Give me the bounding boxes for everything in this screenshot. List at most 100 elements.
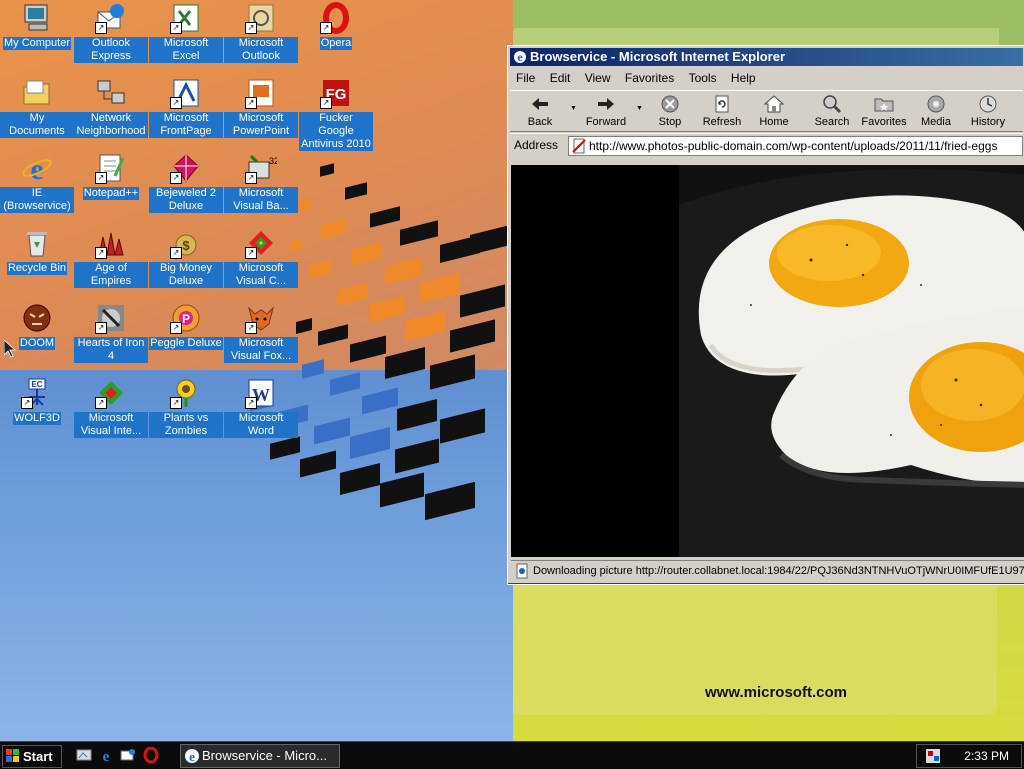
desktop-icon-microsoft-excel[interactable]: ↗ Microsoft Excel [149,2,223,63]
page-icon [572,138,586,154]
windows-flag-icon [6,749,19,762]
task-label: Browservice - Micro... [202,748,327,763]
network-icon [95,77,127,109]
toolbar: Back ▼ Forward ▼ Stop Refresh Home Searc… [510,90,1023,132]
menu-help[interactable]: Help [731,71,756,85]
shortcut-arrow-icon: ↗ [95,172,107,184]
menu-edit[interactable]: Edit [550,71,571,85]
desktop-icon-label: Microsoft Visual C... [224,262,298,288]
language-indicator-icon[interactable] [925,748,941,764]
desktop-icon-age-of-empires[interactable]: ↗ Age of Empires [74,227,148,288]
refresh-icon [715,95,729,113]
search-label: Search [814,116,850,128]
page-content-image[interactable] [511,165,1024,557]
desktop-icon-fucker-google-antivirus-2010[interactable]: FG ↗ Fucker Google Antivirus 2010 [299,77,373,151]
media-button[interactable]: Media [908,94,964,128]
desktop-icon-plants-vs-zombies[interactable]: ↗ Plants vs Zombies [149,377,223,438]
desktop-icon-microsoft-powerpoint[interactable]: ↗ Microsoft PowerPoint [224,77,298,138]
quicklaunch-ie[interactable]: e [98,747,114,765]
status-text: Downloading picture http://router.collab… [533,565,1024,577]
menu-view[interactable]: View [585,71,611,85]
shortcut-arrow-icon: ↗ [170,97,182,109]
recycle-bin-icon [21,227,53,259]
desktop-icon-label: Microsoft Visual Ba... [224,187,298,213]
desktop-icon-label: Big Money Deluxe [149,262,223,288]
desktop-icon-hearts-of-iron-4[interactable]: ↗ Hearts of Iron 4 [74,302,148,363]
ie-window[interactable]: e Browservice - Microsoft Internet Explo… [507,45,1024,585]
desktop-icon-bejeweled-2-deluxe[interactable]: ↗ Bejeweled 2 Deluxe [149,152,223,213]
start-button[interactable]: Start [2,745,62,768]
quicklaunch-outlook-express[interactable] [120,747,136,763]
favorites-button[interactable]: Favorites [856,94,912,128]
taskbar-button-browservice[interactable]: e Browservice - Micro... [180,744,340,768]
desktop-icon-microsoft-outlook[interactable]: ↗ Microsoft Outlook [224,2,298,63]
desktop-icon-label: Opera [319,37,353,50]
outlook-icon: ↗ [245,2,277,34]
refresh-button[interactable]: Refresh [694,94,750,128]
desktop-icon-label: Fucker Google Antivirus 2010 [299,112,373,151]
my-documents-icon [21,77,53,109]
desktop-icon-label: WOLF3D [13,412,61,425]
svg-text:e: e [189,749,195,764]
desktop-icon-recycle-bin[interactable]: Recycle Bin [0,227,74,275]
favorites-label: Favorites [861,116,907,128]
address-bar: Address http://www.photos-public-domain.… [510,133,1023,158]
history-button[interactable]: History [960,94,1016,128]
svg-text:e: e [30,153,43,184]
shortcut-arrow-icon: ↗ [245,97,257,109]
quicklaunch-opera[interactable] [143,746,159,764]
back-button[interactable]: Back [512,94,568,128]
doom-icon [21,302,53,334]
outlook-express-icon [120,749,135,761]
notepad-icon: ↗ [95,152,127,184]
menu-file[interactable]: File [516,71,535,85]
window-title-bar[interactable]: e Browservice - Microsoft Internet Explo… [510,48,1023,66]
desktop-icon-outlook-express[interactable]: ↗ Outlook Express [74,2,148,63]
search-button[interactable]: Search [804,94,860,128]
menu-tools[interactable]: Tools [689,71,717,85]
desktop-icon-microsoft-visual-inte[interactable]: ↗ Microsoft Visual Inte... [74,377,148,438]
menu-favorites[interactable]: Favorites [625,71,674,85]
desktop-icon-label: Age of Empires [74,262,148,288]
desktop-icon-big-money-deluxe[interactable]: $ ↗ Big Money Deluxe [149,227,223,288]
media-label: Media [921,116,951,128]
desktop-icon-my-computer[interactable]: My Computer [0,2,74,50]
desktop-icon-microsoft-visual-c[interactable]: ↗ Microsoft Visual C... [224,227,298,288]
quicklaunch-show-desktop[interactable] [76,747,92,763]
desktop-icon-peggle-deluxe[interactable]: P ↗ Peggle Deluxe [149,302,223,350]
svg-text:P: P [182,312,190,326]
desktop-icon-wolf3d[interactable]: EC ↗ WOLF3D [0,377,74,425]
clock[interactable]: 2:33 PM [964,745,1009,767]
desktop-icon-label: DOOM [18,337,56,350]
forward-button[interactable]: Forward [578,94,634,128]
svg-text:$: $ [182,238,190,253]
shortcut-arrow-icon: ↗ [320,97,332,109]
shortcut-arrow-icon: ↗ [245,322,257,334]
svg-text:e: e [103,749,110,763]
start-label: Start [23,749,53,764]
shortcut-arrow-icon: ↗ [245,172,257,184]
fried-eggs-image [511,165,1024,557]
ie-icon: e [103,749,110,765]
show-desktop-icon [76,749,92,761]
svg-text:32: 32 [269,156,277,166]
desktop-icon-microsoft-frontpage[interactable]: ↗ Microsoft FrontPage [149,77,223,138]
desktop-icon-opera[interactable]: ↗ Opera [299,2,373,50]
mouse-cursor-icon [4,340,16,358]
desktop-icon-microsoft-word[interactable]: W ↗ Microsoft Word [224,377,298,438]
desktop-icon-network-neighborhood[interactable]: Network Neighborhood [74,77,148,138]
stop-button[interactable]: Stop [642,94,698,128]
desktop-icon-my-documents[interactable]: My Documents [0,77,74,138]
home-label: Home [759,116,789,128]
desktop-icon-ie-browservice[interactable]: e IE (Browservice) [0,152,74,213]
frontpage-icon: ↗ [170,77,202,109]
home-button[interactable]: Home [746,94,802,128]
wolf3d-icon: EC ↗ [21,377,53,409]
excel-icon: ↗ [170,2,202,34]
shortcut-arrow-icon: ↗ [320,22,332,34]
desktop-icon-microsoft-visual-fox[interactable]: ↗ Microsoft Visual Fox... [224,302,298,363]
desktop-icon-microsoft-visual-ba[interactable]: 32 ↗ Microsoft Visual Ba... [224,152,298,213]
address-input[interactable]: http://www.photos-public-domain.com/wp-c… [568,136,1023,156]
desktop-icon-notepad[interactable]: ↗ Notepad++ [74,152,148,200]
back-dropdown-icon[interactable]: ▼ [570,105,577,112]
